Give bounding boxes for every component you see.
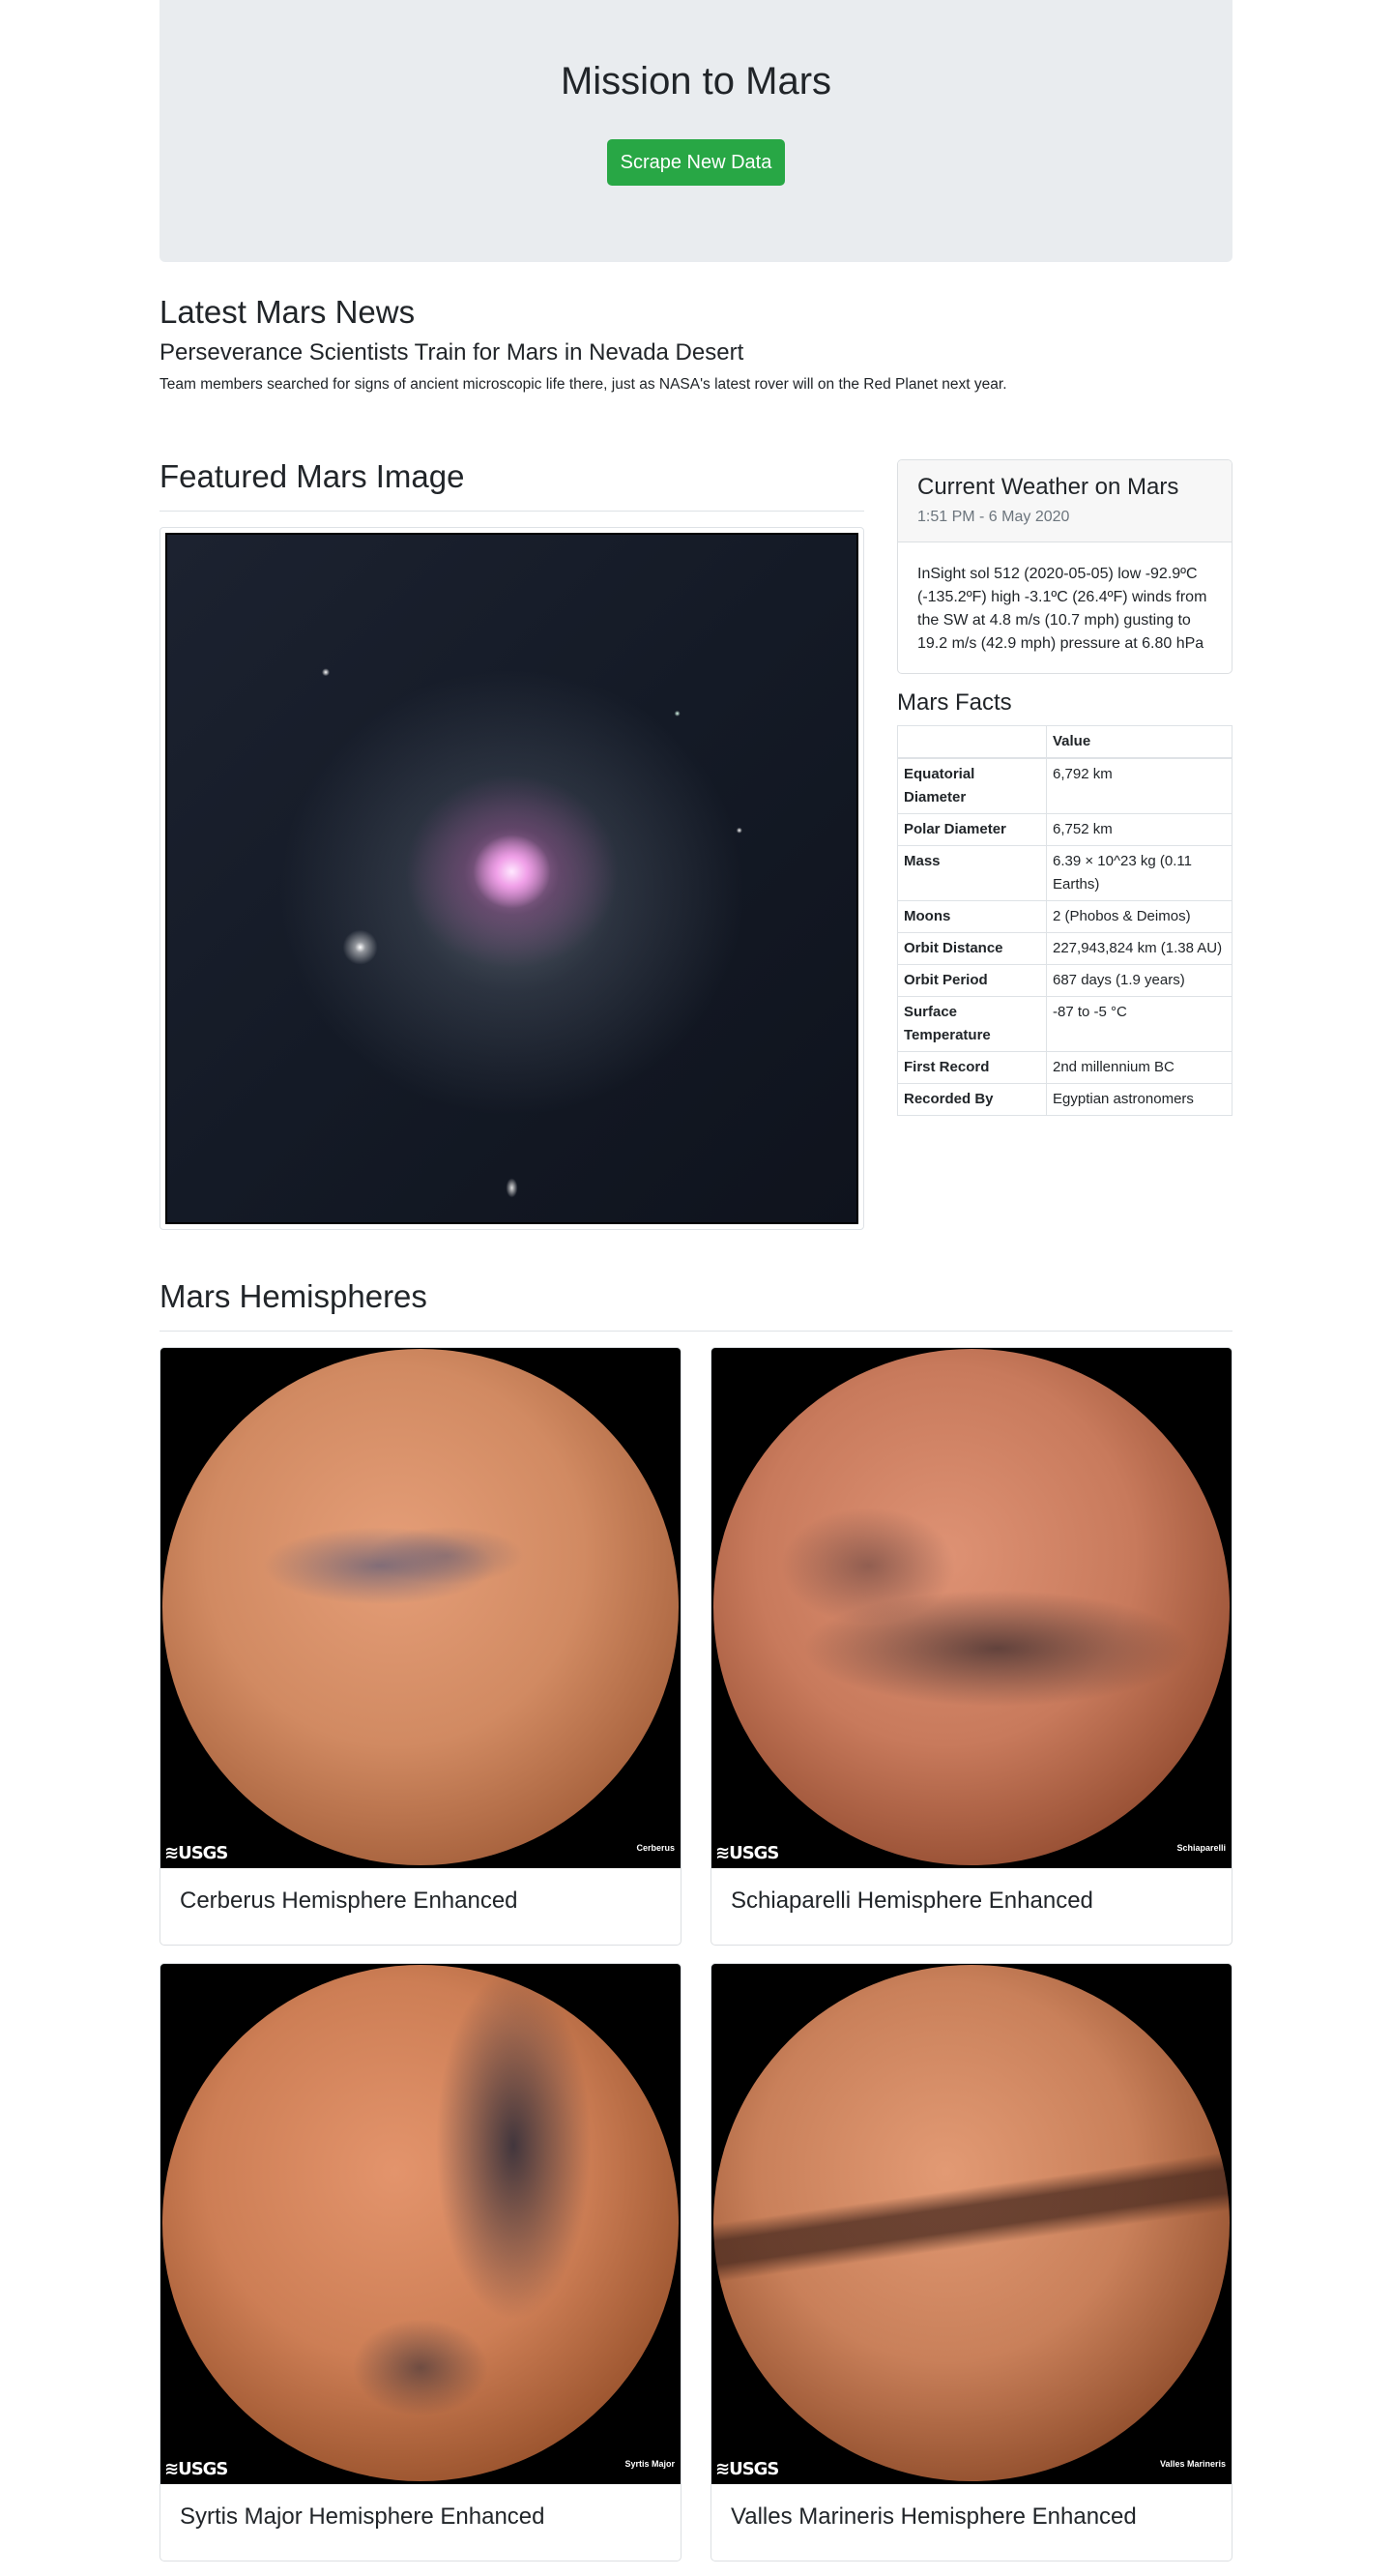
fact-value: 687 days (1.9 years) — [1046, 964, 1232, 997]
weather-timestamp: 1:51 PM - 6 May 2020 — [917, 509, 1070, 525]
table-row: Moons 2 (Phobos & Deimos) — [897, 900, 1232, 933]
table-row: First Record 2nd millennium BC — [897, 1051, 1232, 1084]
usgs-logo: ≋USGS — [164, 1843, 228, 1863]
table-row: Orbit Distance 227,943,824 km (1.38 AU) — [897, 932, 1232, 965]
table-row: Equatorial Diameter 6,792 km — [897, 757, 1232, 814]
mars-globe — [162, 1349, 679, 1865]
fact-value: 227,943,824 km (1.38 AU) — [1046, 932, 1232, 965]
usgs-logo: ≋USGS — [715, 1843, 779, 1863]
hemisphere-image-label: Valles Marineris — [1159, 2459, 1226, 2469]
facts-heading: Mars Facts — [897, 689, 1012, 716]
hemisphere-image-label: Syrtis Major — [624, 2459, 675, 2469]
fact-label: Recorded By — [897, 1083, 1047, 1116]
hemisphere-image-label: Cerberus — [636, 1843, 675, 1853]
hemisphere-image: ≋USGS Valles Marineris — [711, 1964, 1232, 2484]
weather-report: InSight sol 512 (2020-05-05) low -92.9ºC… — [917, 566, 1207, 652]
hemisphere-image-label: Schiaparelli — [1176, 1843, 1226, 1853]
mars-globe — [713, 1349, 1230, 1865]
fact-value: 2nd millennium BC — [1046, 1051, 1232, 1084]
news-heading: Latest Mars News — [160, 294, 416, 330]
fact-label: First Record — [897, 1051, 1047, 1084]
fact-value: 6,752 km — [1046, 813, 1232, 846]
facts-header-empty — [897, 725, 1047, 759]
featured-divider — [160, 511, 864, 512]
usgs-logo: ≋USGS — [164, 2459, 228, 2479]
fact-label: Surface Temperature — [897, 996, 1047, 1052]
usgs-logo: ≋USGS — [715, 2459, 779, 2479]
hemisphere-image: ≋USGS Syrtis Major — [160, 1964, 681, 2484]
weather-card-header: Current Weather on Mars 1:51 PM - 6 May … — [898, 460, 1232, 542]
mars-globe — [162, 1965, 679, 2481]
hemisphere-image: ≋USGS Cerberus — [160, 1348, 681, 1868]
weather-title: Current Weather on Mars — [917, 474, 1179, 500]
news-teaser: Team members searched for signs of ancie… — [160, 376, 1007, 393]
hemisphere-card: ≋USGS Schiaparelli Schiaparelli Hemisphe… — [710, 1347, 1232, 1946]
hemisphere-title: Valles Marineris Hemisphere Enhanced — [731, 2503, 1137, 2530]
facts-header-value: Value — [1046, 725, 1232, 759]
fact-value: -87 to -5 °C — [1046, 996, 1232, 1052]
hemisphere-card: ≋USGS Cerberus Cerberus Hemisphere Enhan… — [160, 1347, 682, 1946]
table-row: Polar Diameter 6,752 km — [897, 813, 1232, 846]
fact-value: Egyptian astronomers — [1046, 1083, 1232, 1116]
facts-table: Value Equatorial Diameter 6,792 km Polar … — [897, 725, 1232, 1116]
page-title: Mission to Mars — [560, 60, 832, 102]
fact-label: Orbit Period — [897, 964, 1047, 997]
fact-label: Equatorial Diameter — [897, 757, 1047, 814]
hemisphere-card: ≋USGS Valles Marineris Valles Marineris … — [710, 1963, 1232, 2561]
featured-image-frame — [160, 527, 864, 1230]
fact-label: Orbit Distance — [897, 932, 1047, 965]
hemispheres-heading: Mars Hemispheres — [160, 1278, 427, 1314]
hemispheres-divider — [160, 1331, 1232, 1332]
hemisphere-title: Cerberus Hemisphere Enhanced — [180, 1888, 518, 1914]
fact-label: Moons — [897, 900, 1047, 933]
news-title: Perseverance Scientists Train for Mars i… — [160, 339, 744, 366]
featured-image — [165, 533, 858, 1224]
fact-value: 2 (Phobos & Deimos) — [1046, 900, 1232, 933]
weather-card: Current Weather on Mars 1:51 PM - 6 May … — [897, 459, 1232, 674]
fact-value: 6.39 × 10^23 kg (0.11 Earths) — [1046, 845, 1232, 901]
facts-header-row: Value — [897, 725, 1232, 759]
table-row: Orbit Period 687 days (1.9 years) — [897, 964, 1232, 997]
hemisphere-image: ≋USGS Schiaparelli — [711, 1348, 1232, 1868]
fact-label: Mass — [897, 845, 1047, 901]
fact-label: Polar Diameter — [897, 813, 1047, 846]
scrape-new-data-button[interactable]: Scrape New Data — [607, 139, 785, 186]
table-row: Surface Temperature -87 to -5 °C — [897, 996, 1232, 1052]
hemisphere-title: Syrtis Major Hemisphere Enhanced — [180, 2503, 545, 2530]
mars-globe — [713, 1965, 1230, 2481]
hemisphere-title: Schiaparelli Hemisphere Enhanced — [731, 1888, 1093, 1914]
hemisphere-card: ≋USGS Syrtis Major Syrtis Major Hemisphe… — [160, 1963, 682, 2561]
featured-image-heading: Featured Mars Image — [160, 458, 465, 494]
table-row: Mass 6.39 × 10^23 kg (0.11 Earths) — [897, 845, 1232, 901]
table-row: Recorded By Egyptian astronomers — [897, 1083, 1232, 1116]
jumbotron: Mission to Mars Scrape New Data — [160, 0, 1232, 262]
fact-value: 6,792 km — [1046, 757, 1232, 814]
